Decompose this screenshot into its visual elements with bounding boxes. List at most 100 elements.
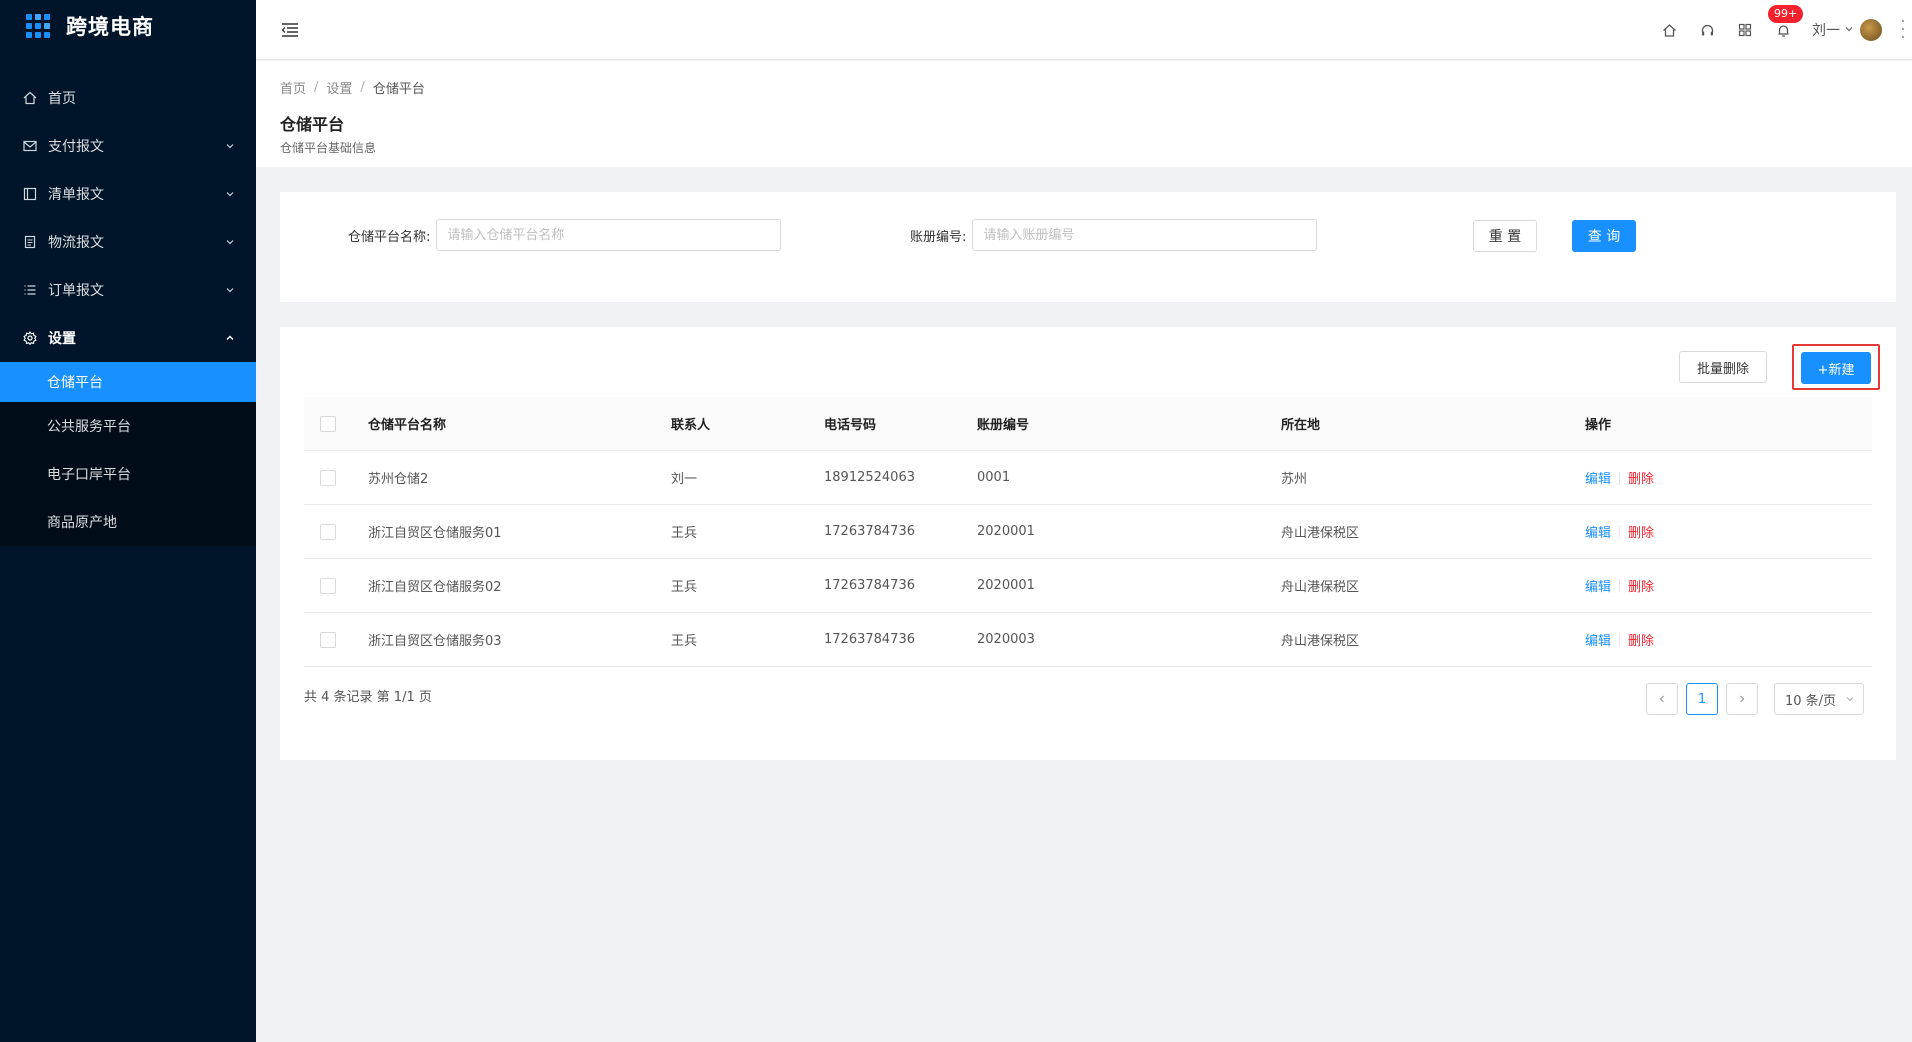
- column-header: 电话号码: [824, 418, 877, 433]
- new-button[interactable]: +新建: [1801, 352, 1871, 384]
- account-number-input[interactable]: [972, 219, 1318, 251]
- cell-location: 苏州: [1281, 472, 1308, 487]
- sidebar-item-logistics[interactable]: 物流报文: [0, 218, 256, 266]
- cell-phone: 17263784736: [824, 632, 915, 647]
- user-name: 刘一: [1812, 23, 1840, 39]
- cell-phone: 17263784736: [824, 578, 915, 593]
- chevron-right-icon: [1740, 695, 1745, 703]
- chevron-down-icon: [224, 284, 236, 296]
- edit-link[interactable]: 编辑: [1585, 576, 1611, 595]
- sidebar-item-e-port[interactable]: 电子口岸平台: [0, 450, 256, 498]
- delete-link[interactable]: 删除: [1628, 468, 1654, 487]
- breadcrumb: 首页 / 设置 / 仓储平台: [280, 78, 1888, 97]
- prev-page-button[interactable]: [1646, 683, 1678, 715]
- cell-actions: 编辑 删除: [1585, 522, 1872, 541]
- column-header: 操作: [1585, 418, 1612, 433]
- bell-icon[interactable]: 99+: [1768, 5, 1804, 39]
- divider: [1619, 633, 1621, 646]
- list-box-icon: [22, 186, 38, 202]
- table-header: 仓储平台名称 联系人 电话号码 账册编号 所在地 操作: [304, 397, 1872, 451]
- breadcrumb-settings[interactable]: 设置: [326, 78, 352, 97]
- name-field: 仓储平台名称:: [348, 219, 782, 251]
- sidebar: 跨境电商 首页 支付报文 清单报文 物流报文 订单报文 设置 仓储平台 公共服务…: [0, 0, 256, 1042]
- cell-name: 浙江自贸区仓储服务01: [368, 526, 502, 541]
- doc-icon: [22, 234, 38, 250]
- home-icon[interactable]: [1660, 21, 1678, 39]
- name-label: 仓储平台名称:: [348, 229, 431, 245]
- cell-account: 0001: [977, 470, 1011, 485]
- sidebar-item-label: 支付报文: [48, 139, 104, 155]
- table-row: 浙江自贸区仓储服务03 王兵 17263784736 2020003 舟山港保税…: [304, 613, 1872, 667]
- account-field: 账册编号:: [910, 219, 1318, 251]
- menu-fold-icon[interactable]: [278, 18, 302, 42]
- top-header: 99+ 刘一: [256, 0, 1912, 60]
- delete-link[interactable]: 删除: [1628, 576, 1654, 595]
- edit-link[interactable]: 编辑: [1585, 468, 1611, 487]
- column-header: 仓储平台名称: [368, 418, 447, 433]
- app-title: 跨境电商: [66, 15, 154, 39]
- cell-contact: 刘一: [671, 472, 698, 487]
- new-button-highlight: +新建: [1792, 344, 1880, 390]
- chevron-down-icon: [1846, 697, 1854, 702]
- cell-location: 舟山港保税区: [1281, 580, 1360, 595]
- row-checkbox[interactable]: [320, 631, 336, 648]
- sidebar-menu: 首页 支付报文 清单报文 物流报文 订单报文 设置 仓储平台 公共服务平台 电子…: [0, 74, 256, 546]
- delete-link[interactable]: 删除: [1628, 630, 1654, 649]
- sidebar-item-label: 清单报文: [48, 187, 104, 203]
- gear-icon: [22, 330, 38, 346]
- breadcrumb-home[interactable]: 首页: [280, 78, 306, 97]
- page-button[interactable]: 1: [1686, 683, 1718, 715]
- user-menu[interactable]: 刘一: [1812, 19, 1882, 41]
- sidebar-item-warehouse[interactable]: 仓储平台: [0, 362, 256, 402]
- sidebar-item-label: 设置: [48, 331, 76, 347]
- batch-delete-button[interactable]: 批量删除: [1679, 351, 1767, 383]
- select-all-checkbox[interactable]: [320, 415, 336, 432]
- warehouse-table: 仓储平台名称 联系人 电话号码 账册编号 所在地 操作 苏州仓储2 刘一 189…: [304, 397, 1872, 667]
- cell-location: 舟山港保税区: [1281, 634, 1360, 649]
- cell-contact: 王兵: [671, 580, 698, 595]
- sidebar-item-home[interactable]: 首页: [0, 74, 256, 122]
- cell-actions: 编辑 删除: [1585, 576, 1872, 595]
- headset-icon[interactable]: [1698, 21, 1716, 39]
- apps-icon[interactable]: [1736, 21, 1754, 39]
- cell-phone: 18912524063: [824, 470, 915, 485]
- chevron-down-icon: [224, 140, 236, 152]
- sidebar-item-settings[interactable]: 设置: [0, 314, 256, 362]
- delete-link[interactable]: 删除: [1628, 522, 1654, 541]
- edit-link[interactable]: 编辑: [1585, 522, 1611, 541]
- header-actions: 99+ 刘一: [1660, 0, 1912, 60]
- table-row: 苏州仓储2 刘一 18912524063 0001 苏州 编辑 删除: [304, 451, 1872, 505]
- page-header: 首页 / 设置 / 仓储平台 仓储平台 仓储平台基础信息: [256, 61, 1912, 167]
- more-vertical-icon[interactable]: [1900, 20, 1906, 38]
- search-form: 仓储平台名称: 账册编号: 重 置 查 询: [280, 192, 1896, 302]
- record-summary: 共 4 条记录 第 1/1 页: [304, 690, 432, 705]
- mail-icon: [22, 138, 38, 154]
- settings-submenu: 仓储平台 公共服务平台 电子口岸平台 商品原产地: [0, 362, 256, 546]
- cell-phone: 17263784736: [824, 524, 915, 539]
- sidebar-item-public-service[interactable]: 公共服务平台: [0, 402, 256, 450]
- breadcrumb-separator: /: [314, 80, 319, 95]
- cell-contact: 王兵: [671, 526, 698, 541]
- row-checkbox[interactable]: [320, 577, 336, 594]
- row-checkbox[interactable]: [320, 469, 336, 486]
- breadcrumb-current: 仓储平台: [372, 82, 425, 97]
- page-title: 仓储平台: [280, 115, 345, 134]
- query-button[interactable]: 查 询: [1572, 220, 1636, 252]
- sidebar-item-origin[interactable]: 商品原产地: [0, 498, 256, 546]
- warehouse-name-input[interactable]: [436, 219, 782, 251]
- sidebar-item-orders[interactable]: 订单报文: [0, 266, 256, 314]
- chevron-down-icon: [224, 236, 236, 248]
- sidebar-item-payment[interactable]: 支付报文: [0, 122, 256, 170]
- logo[interactable]: 跨境电商: [0, 0, 256, 52]
- next-page-button[interactable]: [1726, 683, 1758, 715]
- cell-actions: 编辑 删除: [1585, 468, 1872, 487]
- edit-link[interactable]: 编辑: [1585, 630, 1611, 649]
- sidebar-item-manifest[interactable]: 清单报文: [0, 170, 256, 218]
- account-label: 账册编号:: [910, 229, 967, 245]
- reset-button[interactable]: 重 置: [1473, 220, 1537, 252]
- divider: [1619, 525, 1621, 538]
- home-icon: [22, 90, 38, 106]
- cell-account: 2020003: [977, 632, 1035, 647]
- page-size-select[interactable]: 10 条/页: [1774, 683, 1864, 715]
- row-checkbox[interactable]: [320, 523, 336, 540]
